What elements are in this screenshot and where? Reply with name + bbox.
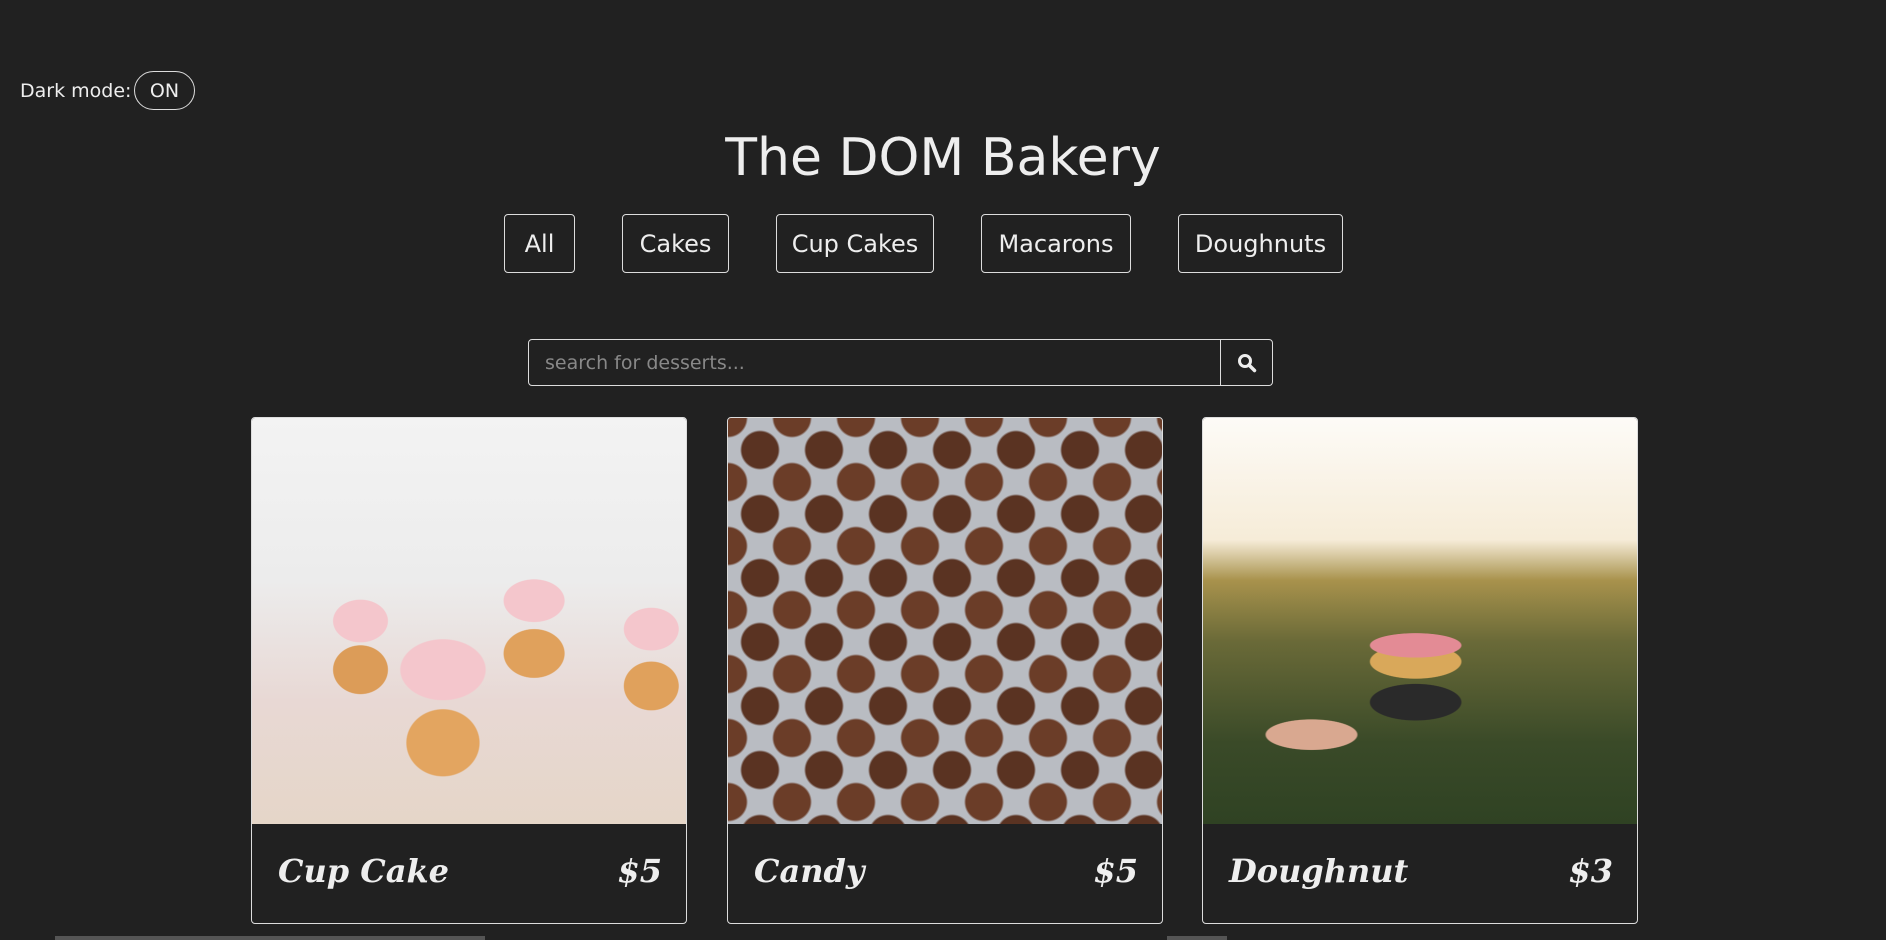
filter-cakes-button[interactable]: Cakes: [622, 214, 729, 273]
page-title: The DOM Bakery: [725, 128, 1161, 188]
product-price: $3: [1568, 852, 1613, 890]
product-image: [728, 418, 1162, 824]
product-price: $5: [617, 852, 662, 890]
search-bar: [528, 339, 1273, 386]
dark-mode-toggle[interactable]: ON: [134, 71, 195, 110]
search-input[interactable]: [529, 340, 1220, 385]
filter-macarons-button[interactable]: Macarons: [981, 214, 1131, 273]
product-name: Cup Cake: [278, 852, 449, 890]
product-name: Doughnut: [1229, 852, 1409, 890]
product-price: $5: [1093, 852, 1138, 890]
product-image: [1203, 418, 1637, 824]
product-card[interactable]: Candy $5: [727, 417, 1163, 924]
search-button[interactable]: [1220, 340, 1272, 385]
scrollbar-thumb[interactable]: [1167, 936, 1227, 940]
search-icon: [1237, 353, 1256, 372]
product-card[interactable]: Doughnut $3: [1202, 417, 1638, 924]
filter-cupcakes-button[interactable]: Cup Cakes: [776, 214, 934, 273]
dark-mode-label: Dark mode:: [20, 80, 132, 102]
product-image: [252, 418, 686, 824]
filter-all-button[interactable]: All: [504, 214, 575, 273]
filter-doughnuts-button[interactable]: Doughnuts: [1178, 214, 1343, 273]
product-card[interactable]: Cup Cake $5: [251, 417, 687, 924]
product-name: Candy: [754, 852, 865, 890]
horizontal-scrollbar[interactable]: [55, 936, 485, 940]
